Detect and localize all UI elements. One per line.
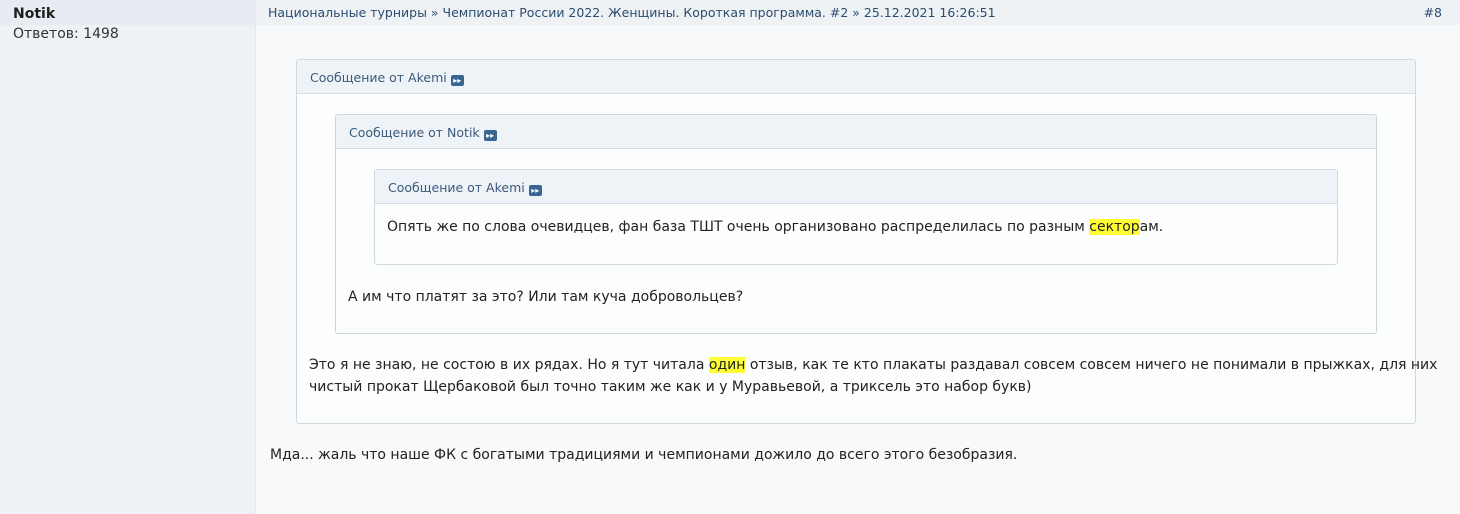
quote-middle-author: Сообщение от Notik bbox=[349, 125, 480, 140]
quote-inner-text: Опять же по слова очевидцев, фан база ТШ… bbox=[387, 219, 1164, 235]
quote-inner-author: Сообщение от Akemi bbox=[388, 180, 525, 195]
search-highlight: сектор bbox=[1089, 219, 1140, 235]
search-highlight: один bbox=[708, 357, 746, 373]
quote-outer-header: Сообщение от Akemi ▸▸ bbox=[297, 60, 1415, 94]
post-breadcrumb[interactable]: Национальные турниры » Чемпионат России … bbox=[268, 5, 996, 20]
view-post-icon[interactable]: ▸▸ bbox=[483, 130, 497, 141]
user-sidebar: Notik Ответов: 1498 bbox=[0, 0, 255, 514]
view-post-icon[interactable]: ▸▸ bbox=[528, 185, 542, 196]
quote-outer-text: Это я не знаю, не состою в их рядах. Но … bbox=[309, 357, 1438, 395]
view-post-icon[interactable]: ▸▸ bbox=[450, 75, 464, 86]
post-message: Мда... жаль что наше ФК с богатыми тради… bbox=[270, 447, 1018, 463]
quote-inner-header: Сообщение от Akemi ▸▸ bbox=[375, 170, 1337, 204]
quote-inner: Сообщение от Akemi ▸▸ bbox=[374, 169, 1338, 265]
replies-label: Ответов: bbox=[13, 26, 79, 42]
replies-value: 1498 bbox=[83, 26, 119, 42]
quote-outer-author: Сообщение от Akemi bbox=[310, 70, 447, 85]
replies-count: Ответов: 1498 bbox=[13, 26, 119, 42]
username[interactable]: Notik bbox=[13, 6, 55, 22]
post-number-link[interactable]: #8 bbox=[1424, 5, 1442, 20]
quote-middle-header: Сообщение от Notik ▸▸ bbox=[336, 115, 1376, 149]
quote-middle-text: А им что платят за это? Или там куча доб… bbox=[348, 289, 744, 305]
